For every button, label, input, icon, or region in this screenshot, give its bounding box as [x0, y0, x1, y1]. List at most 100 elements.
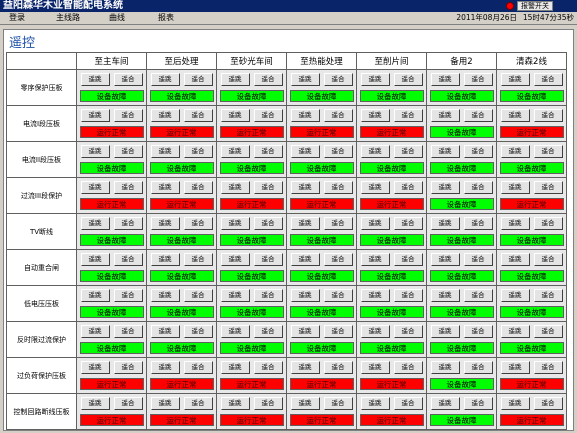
remote-close-button[interactable]: 遥合 [253, 216, 283, 230]
remote-trip-button[interactable]: 遥跳 [150, 288, 180, 302]
remote-close-button[interactable]: 遥合 [393, 108, 423, 122]
remote-close-button[interactable]: 遥合 [533, 288, 563, 302]
remote-close-button[interactable]: 遥合 [463, 252, 493, 266]
remote-trip-button[interactable]: 遥跳 [430, 144, 460, 158]
remote-trip-button[interactable]: 遥跳 [290, 288, 320, 302]
remote-trip-button[interactable]: 遥跳 [150, 72, 180, 86]
remote-close-button[interactable]: 遥合 [323, 324, 353, 338]
remote-close-button[interactable]: 遥合 [463, 288, 493, 302]
remote-trip-button[interactable]: 遥跳 [80, 72, 110, 86]
remote-trip-button[interactable]: 遥跳 [500, 216, 530, 230]
remote-close-button[interactable]: 遥合 [533, 360, 563, 374]
remote-trip-button[interactable]: 遥跳 [150, 144, 180, 158]
remote-trip-button[interactable]: 遥跳 [500, 108, 530, 122]
remote-trip-button[interactable]: 遥跳 [80, 144, 110, 158]
remote-close-button[interactable]: 遥合 [113, 72, 143, 86]
remote-trip-button[interactable]: 遥跳 [220, 180, 250, 194]
remote-trip-button[interactable]: 遥跳 [150, 108, 180, 122]
remote-close-button[interactable]: 遥合 [183, 396, 213, 410]
remote-trip-button[interactable]: 遥跳 [500, 72, 530, 86]
remote-close-button[interactable]: 遥合 [253, 288, 283, 302]
remote-close-button[interactable]: 遥合 [183, 108, 213, 122]
remote-trip-button[interactable]: 遥跳 [360, 72, 390, 86]
remote-close-button[interactable]: 遥合 [533, 72, 563, 86]
remote-trip-button[interactable]: 遥跳 [500, 288, 530, 302]
remote-close-button[interactable]: 遥合 [253, 180, 283, 194]
remote-trip-button[interactable]: 遥跳 [290, 72, 320, 86]
remote-trip-button[interactable]: 遥跳 [430, 288, 460, 302]
remote-close-button[interactable]: 遥合 [323, 396, 353, 410]
remote-trip-button[interactable]: 遥跳 [290, 216, 320, 230]
remote-close-button[interactable]: 遥合 [113, 144, 143, 158]
remote-trip-button[interactable]: 遥跳 [430, 72, 460, 86]
remote-close-button[interactable]: 遥合 [393, 360, 423, 374]
remote-trip-button[interactable]: 遥跳 [220, 216, 250, 230]
remote-trip-button[interactable]: 遥跳 [80, 288, 110, 302]
remote-trip-button[interactable]: 遥跳 [430, 324, 460, 338]
remote-trip-button[interactable]: 遥跳 [430, 108, 460, 122]
remote-close-button[interactable]: 遥合 [183, 180, 213, 194]
remote-close-button[interactable]: 遥合 [113, 216, 143, 230]
menu-item-report[interactable]: 报表 [158, 12, 174, 24]
remote-trip-button[interactable]: 遥跳 [500, 396, 530, 410]
remote-trip-button[interactable]: 遥跳 [290, 360, 320, 374]
menu-item-main-line[interactable]: 主线路 [56, 12, 80, 24]
remote-close-button[interactable]: 遥合 [463, 360, 493, 374]
remote-trip-button[interactable]: 遥跳 [80, 360, 110, 374]
remote-close-button[interactable]: 遥合 [393, 288, 423, 302]
remote-close-button[interactable]: 遥合 [113, 324, 143, 338]
remote-trip-button[interactable]: 遥跳 [80, 180, 110, 194]
remote-trip-button[interactable]: 遥跳 [80, 216, 110, 230]
remote-close-button[interactable]: 遥合 [253, 252, 283, 266]
remote-trip-button[interactable]: 遥跳 [430, 180, 460, 194]
remote-close-button[interactable]: 遥合 [533, 144, 563, 158]
remote-trip-button[interactable]: 遥跳 [220, 108, 250, 122]
remote-trip-button[interactable]: 遥跳 [290, 180, 320, 194]
remote-close-button[interactable]: 遥合 [323, 288, 353, 302]
remote-trip-button[interactable]: 遥跳 [360, 144, 390, 158]
remote-trip-button[interactable]: 遥跳 [290, 324, 320, 338]
remote-close-button[interactable]: 遥合 [113, 360, 143, 374]
remote-close-button[interactable]: 遥合 [183, 72, 213, 86]
remote-trip-button[interactable]: 遥跳 [80, 108, 110, 122]
remote-close-button[interactable]: 遥合 [253, 360, 283, 374]
remote-trip-button[interactable]: 遥跳 [220, 144, 250, 158]
remote-close-button[interactable]: 遥合 [463, 72, 493, 86]
remote-trip-button[interactable]: 遥跳 [360, 108, 390, 122]
remote-trip-button[interactable]: 遥跳 [500, 360, 530, 374]
remote-trip-button[interactable]: 遥跳 [430, 216, 460, 230]
remote-trip-button[interactable]: 遥跳 [150, 252, 180, 266]
remote-close-button[interactable]: 遥合 [463, 144, 493, 158]
remote-close-button[interactable]: 遥合 [323, 216, 353, 230]
remote-close-button[interactable]: 遥合 [533, 216, 563, 230]
remote-close-button[interactable]: 遥合 [183, 216, 213, 230]
remote-trip-button[interactable]: 遥跳 [80, 396, 110, 410]
remote-trip-button[interactable]: 遥跳 [290, 144, 320, 158]
remote-trip-button[interactable]: 遥跳 [150, 360, 180, 374]
remote-trip-button[interactable]: 遥跳 [500, 252, 530, 266]
remote-trip-button[interactable]: 遥跳 [430, 252, 460, 266]
remote-trip-button[interactable]: 遥跳 [360, 216, 390, 230]
remote-trip-button[interactable]: 遥跳 [150, 396, 180, 410]
remote-trip-button[interactable]: 遥跳 [500, 144, 530, 158]
remote-trip-button[interactable]: 遥跳 [150, 216, 180, 230]
remote-close-button[interactable]: 遥合 [393, 72, 423, 86]
remote-close-button[interactable]: 遥合 [323, 108, 353, 122]
remote-close-button[interactable]: 遥合 [253, 324, 283, 338]
alarm-toggle-button[interactable]: 报警开关 [517, 1, 553, 11]
remote-trip-button[interactable]: 遥跳 [360, 252, 390, 266]
remote-close-button[interactable]: 遥合 [393, 144, 423, 158]
remote-trip-button[interactable]: 遥跳 [290, 108, 320, 122]
remote-trip-button[interactable]: 遥跳 [290, 396, 320, 410]
remote-trip-button[interactable]: 遥跳 [220, 396, 250, 410]
remote-close-button[interactable]: 遥合 [463, 396, 493, 410]
remote-close-button[interactable]: 遥合 [533, 324, 563, 338]
remote-close-button[interactable]: 遥合 [393, 252, 423, 266]
remote-trip-button[interactable]: 遥跳 [150, 180, 180, 194]
remote-close-button[interactable]: 遥合 [253, 72, 283, 86]
remote-close-button[interactable]: 遥合 [533, 108, 563, 122]
remote-trip-button[interactable]: 遥跳 [220, 360, 250, 374]
remote-trip-button[interactable]: 遥跳 [360, 288, 390, 302]
remote-close-button[interactable]: 遥合 [533, 252, 563, 266]
remote-trip-button[interactable]: 遥跳 [360, 396, 390, 410]
